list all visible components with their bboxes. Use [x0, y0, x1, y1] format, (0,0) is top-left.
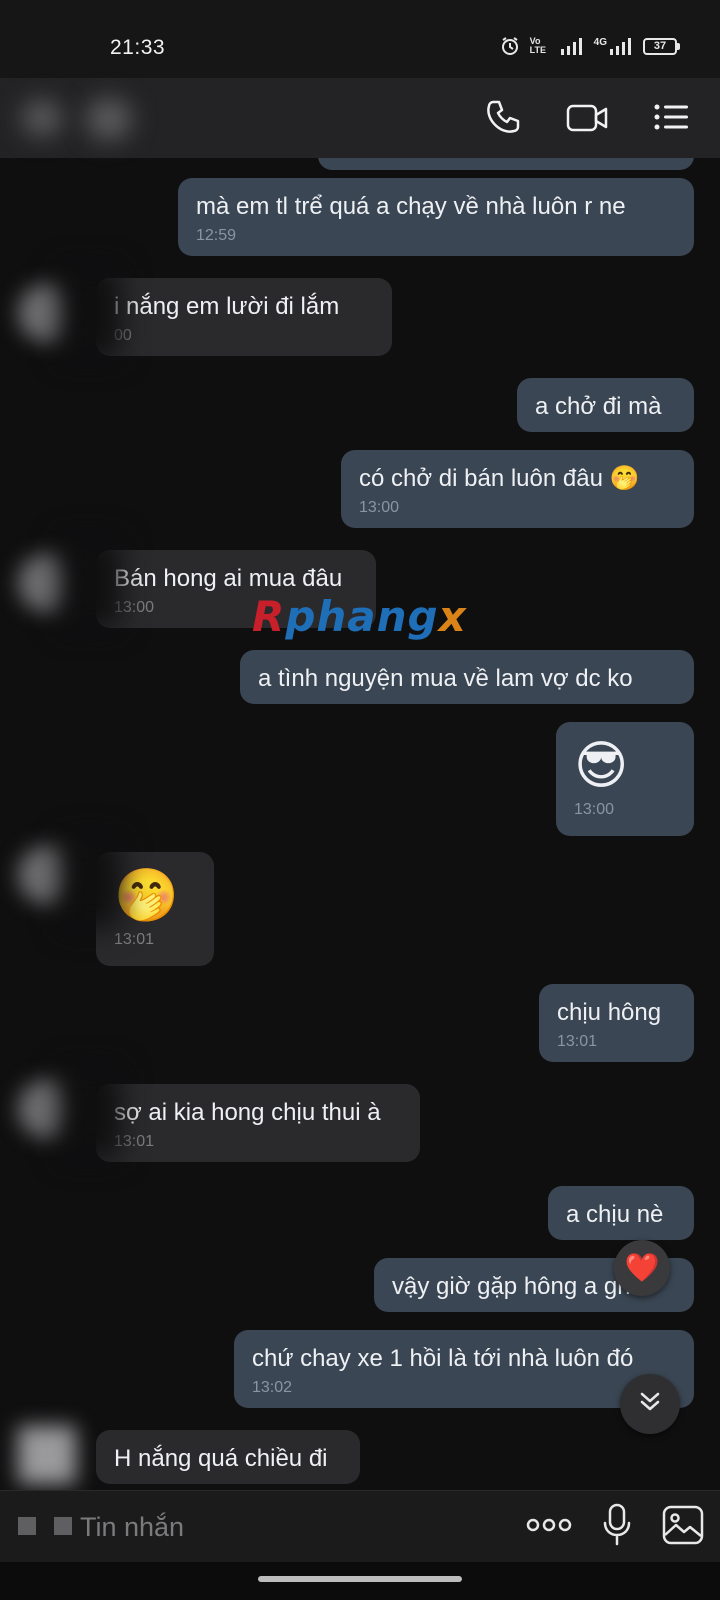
message-time: 13:01 [114, 1133, 155, 1150]
message-bubble-incoming[interactable]: i nắng em lười đi lắm 00 [96, 278, 392, 356]
alarm-icon [500, 36, 520, 56]
signal-4g-icon [609, 37, 633, 55]
emoji-icon-blurred[interactable] [54, 1517, 72, 1535]
message-composer [0, 1490, 720, 1562]
message-bubble-outgoing[interactable]: a chở đi mà [517, 378, 694, 432]
signal-icon [560, 37, 584, 55]
message-bubble-partial[interactable] [318, 158, 694, 170]
status-bar: 21:33 Vo LTE 4G 37 [0, 0, 720, 78]
message-bubble-outgoing[interactable]: a tình nguyện mua về lam vợ dc ko [240, 650, 694, 704]
message-time: 00 [114, 327, 132, 344]
message-text: a chịu nè [566, 1201, 664, 1228]
message-time: 13:01 [114, 931, 155, 948]
emoji-sunglasses: 😎 [574, 737, 629, 795]
status-time: 21:33 [110, 36, 166, 59]
double-chevron-down-icon [637, 1389, 663, 1420]
battery-icon: 37 [643, 37, 680, 55]
message-text: vậy giờ gặp hông a ghé [392, 1273, 644, 1300]
message-time: 13:01 [557, 1033, 598, 1050]
message-text: a tình nguyện mua về lam vợ dc ko [258, 665, 633, 692]
message-bubble-outgoing[interactable]: 😎 13:00 [556, 722, 694, 836]
message-text: a chở đi mà [535, 393, 662, 420]
message-text: chứ chay xe 1 hồi là tới nhà luôn đó [252, 1345, 634, 1372]
system-nav-bar [0, 1562, 720, 1600]
message-text: sợ ai kia hong chịu thui à [114, 1099, 381, 1126]
header-actions [484, 98, 690, 136]
phone-icon[interactable] [484, 98, 522, 136]
message-text: có chở di bán luôn đâu 🤭 [359, 465, 640, 492]
message-bubble-incoming[interactable]: H nắng quá chiều đi [96, 1430, 360, 1484]
sticker-icon-blurred[interactable] [18, 1517, 36, 1535]
message-list[interactable]: mà em tl trể quá a chạy về nhà luôn r ne… [0, 158, 720, 1490]
message-text: i nắng em lười đi lắm [114, 293, 340, 320]
message-time: 12:59 [196, 227, 237, 244]
emoji-hand-over-mouth: 🤭 [114, 867, 179, 925]
back-button-blurred[interactable] [22, 100, 62, 136]
message-time: 13:00 [574, 801, 615, 818]
network-type-label: 4G [593, 36, 607, 48]
volte-indicator: Vo LTE [529, 36, 546, 55]
message-bubble-incoming[interactable]: sợ ai kia hong chịu thui à 13:01 [96, 1084, 420, 1162]
watermark-logo: Rphangx [252, 592, 467, 641]
message-time: 13:02 [252, 1379, 293, 1396]
message-text: mà em tl trể quá a chạy về nhà luôn r ne [196, 193, 626, 220]
menu-list-icon[interactable] [652, 98, 690, 136]
message-bubble-outgoing[interactable]: a chịu nè [548, 1186, 694, 1240]
message-input[interactable] [80, 1505, 460, 1549]
image-gallery-icon[interactable] [662, 1505, 704, 1550]
status-icons: Vo LTE 4G 37 [500, 36, 680, 56]
composer-actions [526, 1503, 704, 1552]
heart-icon: ❤️ [624, 1252, 660, 1283]
contact-avatar-blurred[interactable] [86, 98, 132, 140]
message-text: Bán hong ai mua đâu [114, 565, 343, 592]
video-call-icon[interactable] [566, 98, 608, 136]
message-text: chịu hông [557, 999, 662, 1026]
heart-reaction-button[interactable]: ❤️ [614, 1240, 670, 1296]
message-text: H nắng quá chiều đi [114, 1445, 328, 1472]
message-bubble-outgoing[interactable]: có chở di bán luôn đâu 🤭 13:00 [341, 450, 694, 528]
scroll-to-bottom-button[interactable] [620, 1374, 680, 1434]
message-bubble-outgoing[interactable]: chịu hông 13:01 [539, 984, 694, 1062]
chat-header [0, 78, 720, 158]
home-indicator[interactable] [258, 1576, 462, 1582]
contact-avatar[interactable] [18, 1426, 76, 1484]
microphone-icon[interactable] [602, 1503, 632, 1552]
message-time: 13:00 [359, 499, 400, 516]
message-bubble-outgoing[interactable]: mà em tl trể quá a chạy về nhà luôn r ne… [178, 178, 694, 256]
battery-level: 37 [643, 37, 677, 55]
more-options-icon[interactable] [526, 1515, 572, 1540]
